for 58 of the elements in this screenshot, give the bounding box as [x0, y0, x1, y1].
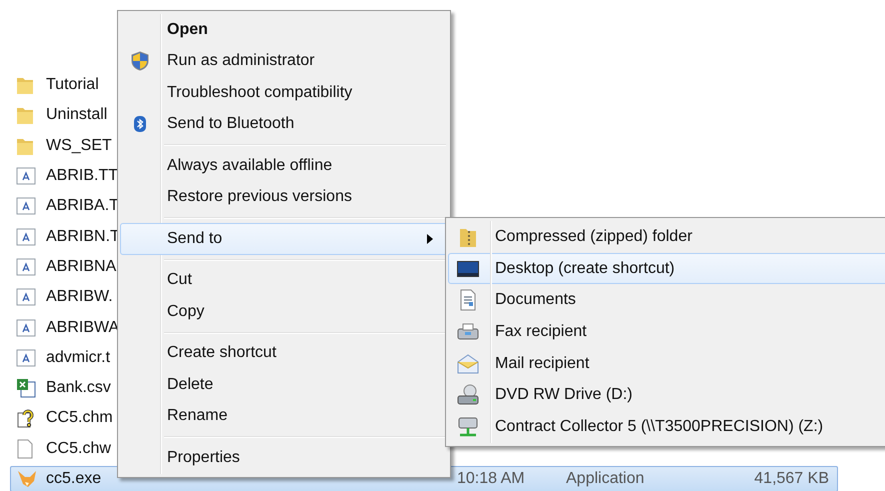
file-name: ABRIBW. [46, 288, 113, 306]
file-name: ABRIBWA [46, 318, 120, 337]
folder-icon [16, 105, 34, 126]
font-file-icon [16, 197, 36, 216]
file-name: cc5.exe [46, 470, 102, 488]
disc-drive-icon [457, 384, 479, 406]
menu-item[interactable]: Run as administrator [120, 46, 448, 77]
font-file-icon [16, 318, 36, 337]
file-name: Tutorial [46, 76, 99, 94]
help-file-icon [16, 408, 36, 428]
fax-icon [457, 322, 479, 342]
menu-item[interactable]: Documents [448, 284, 885, 316]
file-name: ABRIB.TT [46, 167, 118, 186]
file-name: CC5.chw [46, 440, 111, 458]
menu-item[interactable]: Copy [120, 296, 448, 328]
shield-icon [131, 51, 149, 72]
file-name: ABRIBN.T [46, 228, 120, 246]
file-size: 41,567 KB [754, 470, 829, 488]
menu-item[interactable]: Create shortcut [120, 338, 448, 369]
file-type: Application [566, 470, 644, 488]
desktop-icon [457, 260, 479, 277]
file-name: Uninstall [46, 106, 108, 124]
file-name: ABRIBA.T [46, 197, 119, 216]
menu-item[interactable]: Rename [120, 400, 448, 432]
menu-item[interactable]: Send to Bluetooth [120, 108, 448, 140]
submenu-arrow-icon [427, 234, 433, 244]
menu-item[interactable]: Send to [120, 223, 448, 254]
file-name: advmicr.t [46, 348, 110, 367]
menu-item[interactable]: Restore previous versions [120, 182, 448, 213]
menu-item[interactable]: Desktop (create shortcut) [448, 252, 885, 284]
menu-item[interactable]: Open [120, 14, 448, 46]
spreadsheet-icon [16, 378, 36, 398]
folder-icon [16, 75, 34, 96]
font-file-icon [16, 167, 36, 186]
menu-item[interactable]: Contract Collector 5 (\\T3500PRECISION) (Z:) [448, 411, 885, 443]
fox-icon [16, 468, 38, 489]
envelope-icon [457, 354, 479, 374]
font-file-icon [16, 228, 36, 246]
menu-item[interactable]: Mail recipient [448, 348, 885, 380]
file-icon [16, 438, 34, 459]
font-file-icon [16, 258, 36, 276]
menu-item[interactable]: Delete [120, 369, 448, 400]
menu-item[interactable]: Cut [120, 264, 448, 296]
font-file-icon [16, 348, 36, 367]
file-date: 10:18 AM [457, 470, 525, 488]
menu-item[interactable]: Troubleshoot compatibility [120, 77, 448, 108]
menu-item[interactable]: Fax recipient [448, 316, 885, 348]
menu-item[interactable]: DVD RW Drive (D:) [448, 379, 885, 412]
file-name: WS_SET [46, 136, 112, 155]
font-file-icon [16, 288, 36, 306]
file-name: CC5.chm [46, 409, 113, 428]
menu-item[interactable]: Compressed (zipped) folder [448, 221, 885, 253]
bluetooth-icon [134, 116, 146, 132]
menu-item[interactable]: Always available offline [120, 150, 448, 182]
network-drive-icon [457, 416, 479, 438]
file-name: ABRIBNA [46, 258, 116, 276]
document-icon [459, 289, 477, 312]
file-name: Bank.csv [46, 379, 111, 398]
